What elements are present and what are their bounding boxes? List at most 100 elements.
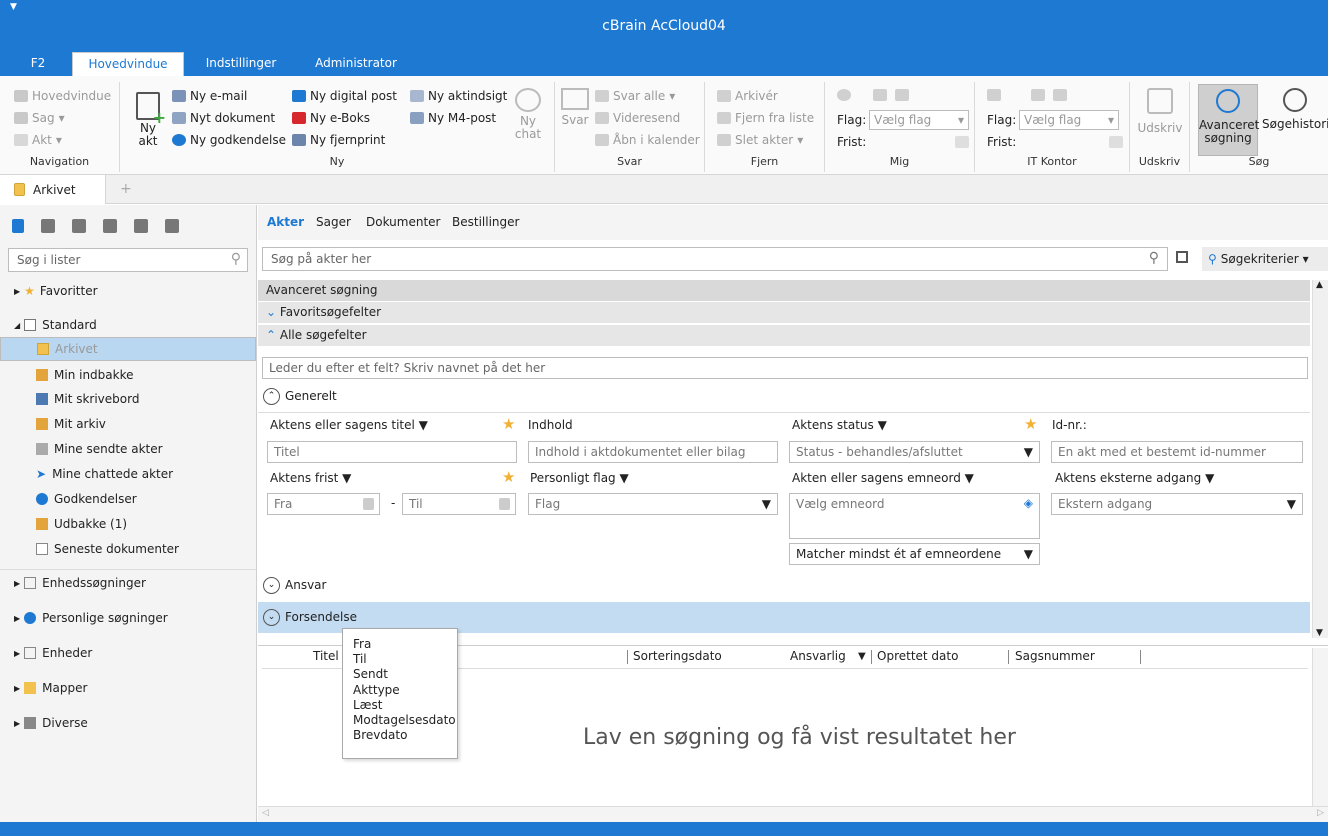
tab-bestillinger[interactable]: Bestillinger [452, 215, 519, 229]
menu-item-akttype[interactable]: Akttype [353, 683, 447, 698]
sogehistorik-button[interactable]: Søgehistorik [1262, 88, 1328, 131]
results-horizontal-scrollbar[interactable]: ◁ ▷ [258, 806, 1328, 822]
generelt-section[interactable]: ⌃ Generelt [263, 388, 337, 405]
form-scrollbar[interactable]: ▲ ▼ [1312, 280, 1328, 638]
it-flag-select[interactable]: Vælg flag ▾ [1019, 110, 1119, 130]
calendar-icon[interactable] [1109, 136, 1123, 148]
nav-hovedvindue[interactable]: Hovedvindue [14, 89, 111, 103]
star-icon[interactable]: ★ [1024, 415, 1037, 433]
sidebar-item-mine-sendte-akter[interactable]: Mine sendte akter [0, 437, 256, 461]
people-icon[interactable] [134, 219, 148, 233]
ny-fjernprint-button[interactable]: Ny fjernprint [292, 133, 385, 147]
star-icon[interactable]: ★ [502, 468, 515, 486]
status-select[interactable]: Status - behandles/afsluttet ▼ [789, 441, 1040, 463]
svar-button[interactable]: Svar [559, 88, 591, 127]
ny-m4-post-button[interactable]: Ny M4-post [410, 111, 496, 125]
alle-sogefelter-header[interactable]: ⌃ Alle søgefelter [258, 325, 1310, 346]
search-icon[interactable]: ⚲ [1149, 250, 1159, 266]
scroll-up-icon[interactable]: ▲ [1316, 280, 1323, 290]
sidebar-group-enhedssogninger[interactable]: ▶ Enhedssøgninger [0, 571, 256, 595]
main-search-input[interactable]: Søg på akter her ⚲ [262, 247, 1168, 271]
sidebar-item-mit-arkiv[interactable]: Mit arkiv [0, 412, 256, 436]
column-titel[interactable]: Titel [313, 649, 339, 663]
arkiver-button[interactable]: Arkivér [717, 89, 778, 103]
ny-chat-button[interactable]: Ny chat [508, 88, 548, 141]
tab-f2[interactable]: F2 [20, 52, 56, 76]
sidebar-item-udbakke[interactable]: Udbakke (1) [0, 512, 256, 536]
tab-arkivet[interactable]: Arkivet [0, 175, 106, 204]
scroll-left-icon[interactable]: ◁ [262, 808, 269, 818]
tab-akter[interactable]: Akter [267, 215, 304, 229]
titel-field[interactable]: Titel [267, 441, 517, 463]
sidebar-item-mit-skrivebord[interactable]: Mit skrivebord [0, 387, 256, 411]
svar-alle-button[interactable]: Svar alle ▾ [595, 89, 675, 103]
ny-eboks-button[interactable]: Ny e-Boks [292, 111, 370, 125]
mail-stack-icon[interactable] [103, 219, 117, 233]
add-tab-icon[interactable]: + [120, 181, 132, 197]
indhold-field[interactable]: Indhold i aktdokumentet eller bilag [528, 441, 778, 463]
sogekriterier-button[interactable]: ⚲ Søgekriterier ▾ [1202, 247, 1328, 271]
search-icon[interactable]: ⚲ [231, 251, 241, 267]
sidebar-group-personlige-sogninger[interactable]: ▶ Personlige søgninger [0, 606, 256, 630]
sidebar-group-diverse[interactable]: ▶ Diverse [0, 711, 256, 735]
sidebar-item-seneste-dokumenter[interactable]: Seneste dokumenter [0, 537, 256, 561]
nav-sag[interactable]: Sag ▾ [14, 111, 65, 125]
ny-akt-button[interactable]: + Ny akt [130, 92, 166, 148]
hierarchy-icon[interactable] [41, 219, 55, 233]
ekstern-adgang-select[interactable]: Ekstern adgang ▼ [1051, 493, 1303, 515]
label-emneord[interactable]: Akten eller sagens emneord ▼ [792, 471, 974, 485]
nav-akt[interactable]: Akt ▾ [14, 133, 62, 147]
tag-icon[interactable]: ◈ [1024, 496, 1033, 510]
favoritsogefelter-header[interactable]: ⌄ Favoritsøgefelter [258, 302, 1310, 323]
calendar-icon[interactable] [363, 498, 374, 510]
menu-item-fra[interactable]: Fra [353, 637, 447, 652]
list-icon[interactable] [72, 219, 86, 233]
menu-item-brevdato[interactable]: Brevdato [353, 728, 447, 743]
save-icon[interactable] [1176, 251, 1188, 263]
frist-til-field[interactable]: Til [402, 493, 516, 515]
videresend-button[interactable]: Videresend [595, 111, 680, 125]
chevron-down-icon[interactable]: ▼ [858, 651, 866, 662]
label-status[interactable]: Aktens status ▼ [792, 418, 887, 432]
sidebar-search-input[interactable]: Søg i lister ⚲ [8, 248, 248, 272]
udskriv-button[interactable]: Udskriv [1136, 88, 1184, 135]
slet-akter-button[interactable]: Slet akter ▾ [717, 133, 803, 147]
results-vertical-scrollbar[interactable] [1312, 648, 1328, 806]
label-frist[interactable]: Aktens frist ▼ [270, 471, 351, 485]
menu-item-sendt[interactable]: Sendt [353, 667, 447, 682]
field-finder-input[interactable]: Leder du efter et felt? Skriv navnet på … [262, 357, 1308, 379]
sidebar-group-favoritter[interactable]: ▶ ★ Favoritter [0, 279, 256, 303]
folder-icon[interactable] [165, 219, 179, 233]
nyt-dokument-button[interactable]: Nyt dokument [172, 111, 275, 125]
ny-godkendelse-button[interactable]: Ny godkendelse [172, 133, 286, 147]
sidebar-item-min-indbakke[interactable]: Min indbakke [0, 363, 256, 387]
sidebar-item-godkendelser[interactable]: Godkendelser [0, 487, 256, 511]
label-titel[interactable]: Aktens eller sagens titel ▼ [270, 418, 428, 432]
tab-hovedvindue[interactable]: Hovedvindue [72, 52, 184, 76]
sidebar-group-mapper[interactable]: ▶ Mapper [0, 676, 256, 700]
column-sorteringsdato[interactable]: Sorteringsdato [633, 649, 722, 663]
column-ansvarlig[interactable]: Ansvarlig [790, 649, 846, 663]
avanceret-sogning-button[interactable]: Avanceret søgning [1198, 84, 1259, 156]
tab-administrator[interactable]: Administrator [306, 52, 406, 76]
sidebar-group-standard[interactable]: ◢ Standard [0, 313, 256, 337]
calendar-icon[interactable] [499, 498, 510, 510]
label-ekstern-adgang[interactable]: Aktens eksterne adgang ▼ [1055, 471, 1214, 485]
frist-fra-field[interactable]: Fra [267, 493, 380, 515]
fjern-fra-liste-button[interactable]: Fjern fra liste [717, 111, 814, 125]
aabn-kalender-button[interactable]: Åbn i kalender [595, 133, 700, 147]
mig-flag-select[interactable]: Vælg flag ▾ [869, 110, 969, 130]
quick-access-menu-icon[interactable]: ▼ [10, 2, 17, 12]
menu-item-laest[interactable]: Læst [353, 698, 447, 713]
scroll-down-icon[interactable]: ▼ [1316, 628, 1323, 638]
flag-select[interactable]: Flag ▼ [528, 493, 778, 515]
column-oprettet-dato[interactable]: Oprettet dato [877, 649, 958, 663]
id-field[interactable]: En akt med et bestemt id-nummer [1051, 441, 1303, 463]
scroll-right-icon[interactable]: ▷ [1317, 808, 1324, 818]
document-icon[interactable] [12, 219, 24, 233]
menu-item-modtagelsesdato[interactable]: Modtagelsesdato [353, 713, 456, 728]
ny-aktindsigt-button[interactable]: Ny aktindsigt [410, 89, 507, 103]
sidebar-item-arkivet[interactable]: Arkivet [0, 337, 256, 361]
column-sagsnummer[interactable]: Sagsnummer [1015, 649, 1095, 663]
tab-sager[interactable]: Sager [316, 215, 351, 229]
